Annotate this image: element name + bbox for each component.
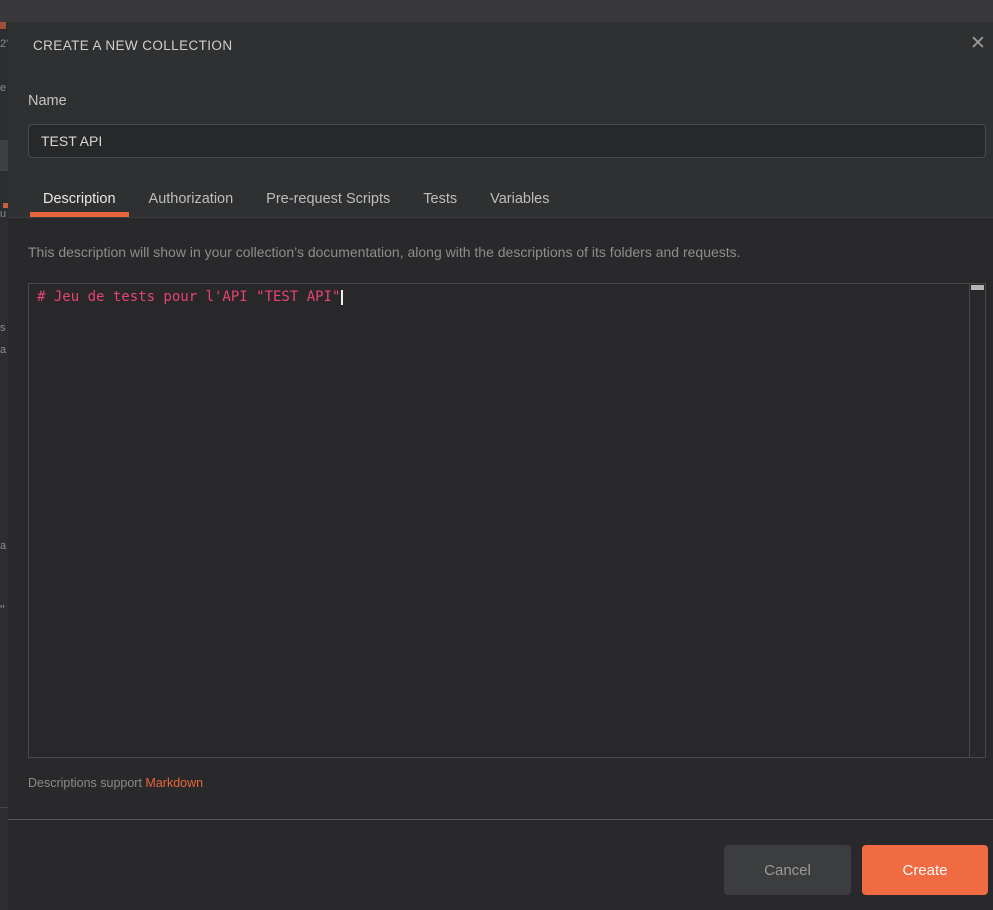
background-selected-row-sliver — [0, 140, 8, 170]
cancel-button[interactable]: Cancel — [724, 845, 851, 895]
background-app-sidebar-sliver: 2' e u s a a " — [0, 22, 8, 910]
background-text-fragment: u — [0, 208, 7, 220]
description-editor[interactable]: # Jeu de tests pour l'API "TEST API" — [28, 283, 986, 758]
background-accent-chip — [0, 22, 6, 29]
tab-pre-request-scripts[interactable]: Pre-request Scripts — [253, 189, 403, 217]
background-text-fragment: a — [0, 540, 7, 552]
markdown-support-note: Descriptions support Markdown — [28, 776, 203, 790]
background-app-top-bar — [0, 0, 993, 22]
name-label: Name — [28, 93, 67, 109]
background-text-fragment: s — [0, 322, 6, 334]
markdown-link[interactable]: Markdown — [145, 776, 203, 790]
create-collection-dialog: CREATE A NEW COLLECTION ✕ Name Descripti… — [8, 22, 993, 910]
dialog-header: CREATE A NEW COLLECTION ✕ Name Descripti… — [8, 22, 993, 217]
markdown-note-text: Descriptions support — [28, 776, 146, 790]
editor-text-line: # Jeu de tests pour l'API "TEST API" — [37, 289, 344, 305]
text-cursor — [341, 290, 344, 305]
background-text-fragment: 2' — [0, 38, 8, 50]
tab-description[interactable]: Description — [30, 189, 129, 217]
close-icon[interactable]: ✕ — [965, 31, 991, 57]
dialog-tab-bar: Description Authorization Pre-request Sc… — [30, 189, 570, 217]
tab-authorization[interactable]: Authorization — [136, 189, 247, 217]
dialog-title: CREATE A NEW COLLECTION — [33, 38, 233, 53]
editor-code-text: # Jeu de tests pour l'API "TEST API" — [37, 289, 341, 305]
background-text-fragment: e — [0, 82, 7, 94]
background-text-fragment: a — [0, 344, 7, 356]
background-divider-sliver — [0, 807, 8, 808]
editor-scrollbar-thumb[interactable] — [971, 285, 984, 290]
create-button[interactable]: Create — [862, 845, 988, 895]
footer-divider — [8, 819, 993, 820]
tab-variables[interactable]: Variables — [477, 189, 562, 217]
background-text-fragment: " — [0, 602, 5, 617]
collection-name-input[interactable] — [28, 124, 986, 158]
background-divider-sliver — [0, 170, 8, 171]
tab-tests[interactable]: Tests — [410, 189, 470, 217]
description-hint-text: This description will show in your colle… — [28, 244, 741, 260]
tab-bar-divider — [8, 217, 993, 218]
editor-scrollbar[interactable] — [969, 284, 985, 757]
